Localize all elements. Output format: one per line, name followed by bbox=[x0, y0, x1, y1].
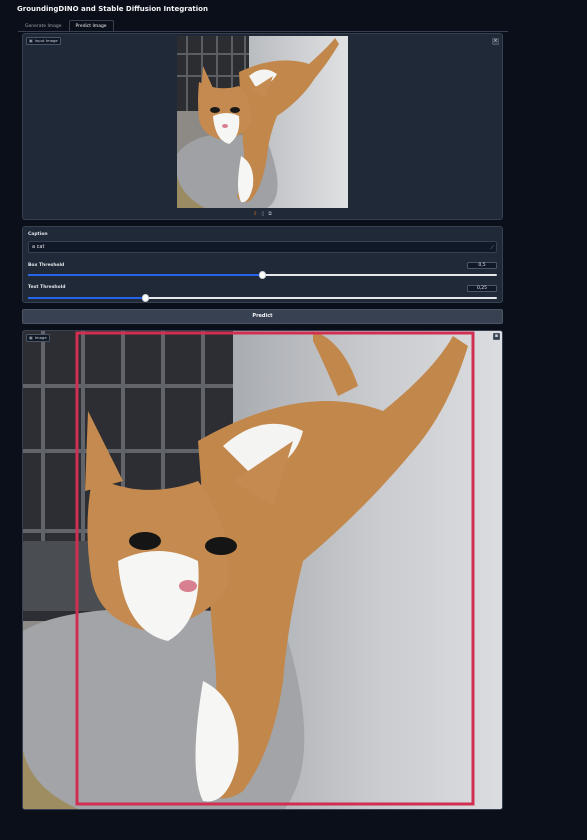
output-image-label: Image bbox=[34, 335, 47, 340]
text-threshold-slider[interactable] bbox=[28, 294, 497, 302]
trash-icon[interactable]: ▯ bbox=[261, 211, 264, 217]
clipboard-icon[interactable]: ⧉ bbox=[268, 211, 272, 217]
tab-divider bbox=[18, 31, 508, 32]
predict-button[interactable]: Predict bbox=[22, 309, 503, 324]
text-threshold-fill bbox=[28, 297, 146, 299]
tab-bar: Generate Image Predict Image bbox=[18, 20, 114, 31]
caption-label: Caption bbox=[28, 232, 48, 237]
input-image-preview bbox=[177, 36, 348, 208]
caption-input[interactable]: a cat ⟋ bbox=[28, 241, 497, 253]
tab-generate-image[interactable]: Generate Image bbox=[18, 20, 69, 31]
text-threshold-thumb[interactable] bbox=[141, 294, 149, 302]
output-image-panel: ▣ Image ▪ bbox=[22, 330, 503, 810]
box-threshold-slider[interactable] bbox=[28, 271, 497, 279]
text-threshold-input[interactable]: 0,25 bbox=[467, 285, 497, 292]
image-icon: ▣ bbox=[29, 38, 33, 43]
box-threshold-input[interactable]: 0,5 bbox=[467, 262, 497, 269]
box-threshold-fill bbox=[28, 274, 263, 276]
tab-predict-image[interactable]: Predict Image bbox=[68, 20, 114, 31]
input-image-label: Input Image bbox=[34, 38, 58, 43]
download-button[interactable]: ▪ bbox=[493, 333, 500, 340]
input-image-badge: ▣ Input Image bbox=[26, 37, 61, 45]
image-toolbar: ⇧ ▯ ⧉ bbox=[23, 211, 502, 217]
box-threshold-thumb[interactable] bbox=[258, 271, 267, 279]
clear-image-button[interactable]: × bbox=[492, 38, 499, 45]
input-image-panel[interactable]: ▣ Input Image × ⇧ ▯ ⧉ bbox=[22, 33, 503, 220]
page-title: GroundingDINO and Stable Diffusion Integ… bbox=[17, 5, 208, 13]
upload-icon[interactable]: ⇧ bbox=[253, 211, 257, 217]
box-threshold-label: Box Threshold bbox=[28, 263, 65, 268]
output-image bbox=[23, 331, 502, 809]
text-threshold-label: Text Threshold bbox=[28, 285, 66, 290]
output-image-badge: ▣ Image bbox=[26, 334, 50, 342]
image-icon: ▣ bbox=[29, 335, 33, 340]
parameters-panel: Caption a cat ⟋ Box Threshold 0,5 Text T… bbox=[22, 226, 503, 303]
resize-handle-icon[interactable]: ⟋ bbox=[490, 246, 494, 251]
caption-value: a cat bbox=[32, 244, 45, 250]
